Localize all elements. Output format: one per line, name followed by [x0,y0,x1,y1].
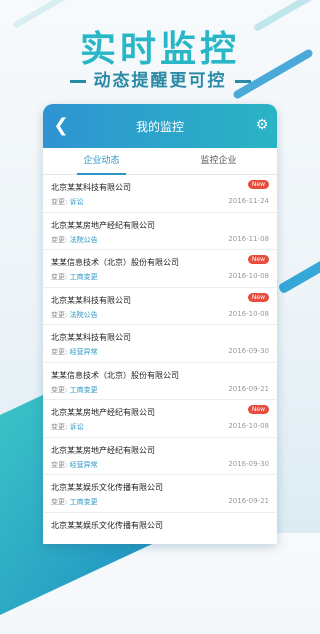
change-prefix: 变更: [51,460,68,469]
list-item[interactable]: 北京某某房地产经纪有限公司 变更: 法院公告 2016-11-08 [43,213,277,250]
dash-left [69,79,86,83]
change-prefix: 变更: [51,198,68,206]
change-date: 2016-09-21 [228,384,269,393]
change-line: 变更: 法院公告 [51,310,98,320]
company-name: 北京某某房地产经纪有限公司 [51,220,155,230]
gear-icon[interactable]: ⚙ [253,116,271,134]
change-date: 2016-09-30 [228,347,269,355]
change-date: 2016-11-24 [228,197,269,205]
promo-headline: 实时监控 [79,29,240,70]
change-line: 变更: 经营异常 [51,347,98,357]
change-date: 2016-10-08 [228,309,269,318]
change-line: 变更: 工商变更 [51,497,98,507]
tab-bar: 企业动态 监控企业 [43,148,277,175]
change-prefix: 变更: [51,385,68,394]
company-name: 北京某某科技有限公司 [51,295,131,305]
tab-monitored-companies[interactable]: 监控企业 [160,148,277,174]
change-line: 变更: 工商变更 [51,385,98,395]
list-item[interactable]: 北京某某科技有限公司 变更: 经营异常 2016-09-30 [43,325,277,363]
company-name: 北京某某娱乐文化传播有限公司 [51,483,163,492]
change-type: 法院公告 [69,235,98,244]
change-type: 工商变更 [69,385,98,394]
new-badge: New [247,405,269,414]
news-list: 北京某某科技有限公司 变更: 诉讼 2016-11-24 New 北京某某房地产经纪有限… [43,175,277,544]
list-item[interactable]: 北京某某科技有限公司 变更: 法院公告 2016-10-08 New [43,288,277,325]
change-type: 诉讼 [69,423,84,431]
decor-stripe [277,255,320,295]
list-item[interactable]: 北京某某娱乐文化传播有限公司 变更: 工商变更 2016-09-21 [43,475,277,513]
dash-right [234,79,251,83]
list-item[interactable]: 某某信息技术（北京）股份有限公司 变更: 工商变更 2016-10-08 New [43,250,277,288]
new-badge: New [247,180,269,189]
change-prefix: 变更: [51,348,68,356]
phone-screen: ❮ 我的监控 ⚙ 企业动态 监控企业 北京某某科技有限公司 变更: 诉讼 2016-… [43,104,277,544]
list-item[interactable]: 北京某某房地产经纪有限公司 变更: 诉讼 2016-10-08 New [43,400,277,438]
company-name: 北京某某娱乐文化传播有限公司 [51,520,163,530]
change-line: 变更: 诉讼 [51,197,84,207]
change-prefix: 变更: [51,310,68,319]
change-prefix: 变更: [51,235,68,244]
change-line: 变更: 法院公告 [51,235,98,245]
change-prefix: 变更: [51,498,68,506]
promo-subline: 动态提醒更可控 [0,66,320,91]
change-type: 工商变更 [69,498,98,506]
app-bar: ❮ 我的监控 ⚙ [43,104,277,148]
company-name: 北京某某房地产经纪有限公司 [51,445,155,455]
change-type: 诉讼 [69,198,84,206]
change-date: 2016-09-30 [228,459,269,468]
page-title: 我的监控 [135,120,184,134]
list-item[interactable]: 北京某某娱乐文化传播有限公司 [43,513,277,545]
company-name: 某某信息技术（北京）股份有限公司 [51,370,179,380]
company-name: 某某信息技术（北京）股份有限公司 [51,258,179,267]
change-date: 2016-10-08 [228,422,269,430]
list-item[interactable]: 北京某某科技有限公司 变更: 诉讼 2016-11-24 New [43,175,277,213]
change-date: 2016-10-08 [228,272,269,280]
change-type: 法院公告 [69,310,98,319]
list-item[interactable]: 北京某某房地产经纪有限公司 变更: 经营异常 2016-09-30 [43,438,277,475]
company-name: 北京某某房地产经纪有限公司 [51,408,155,417]
promo-subline-text: 动态提醒更可控 [93,71,227,91]
tab-company-news[interactable]: 企业动态 [43,148,160,175]
change-type: 经营异常 [69,348,98,356]
new-badge: New [247,255,269,264]
change-type: 工商变更 [69,273,98,281]
company-name: 北京某某科技有限公司 [51,183,131,192]
change-line: 变更: 经营异常 [51,460,98,470]
change-date: 2016-11-08 [228,234,269,243]
company-name: 北京某某科技有限公司 [51,333,131,342]
change-line: 变更: 工商变更 [51,272,98,282]
new-badge: New [247,292,269,302]
change-line: 变更: 诉讼 [51,422,84,432]
change-date: 2016-09-21 [228,497,269,505]
change-prefix: 变更: [51,423,68,431]
change-type: 经营异常 [69,460,98,469]
list-item[interactable]: 某某信息技术（北京）股份有限公司 变更: 工商变更 2016-09-21 [43,363,277,400]
change-prefix: 变更: [51,273,68,281]
